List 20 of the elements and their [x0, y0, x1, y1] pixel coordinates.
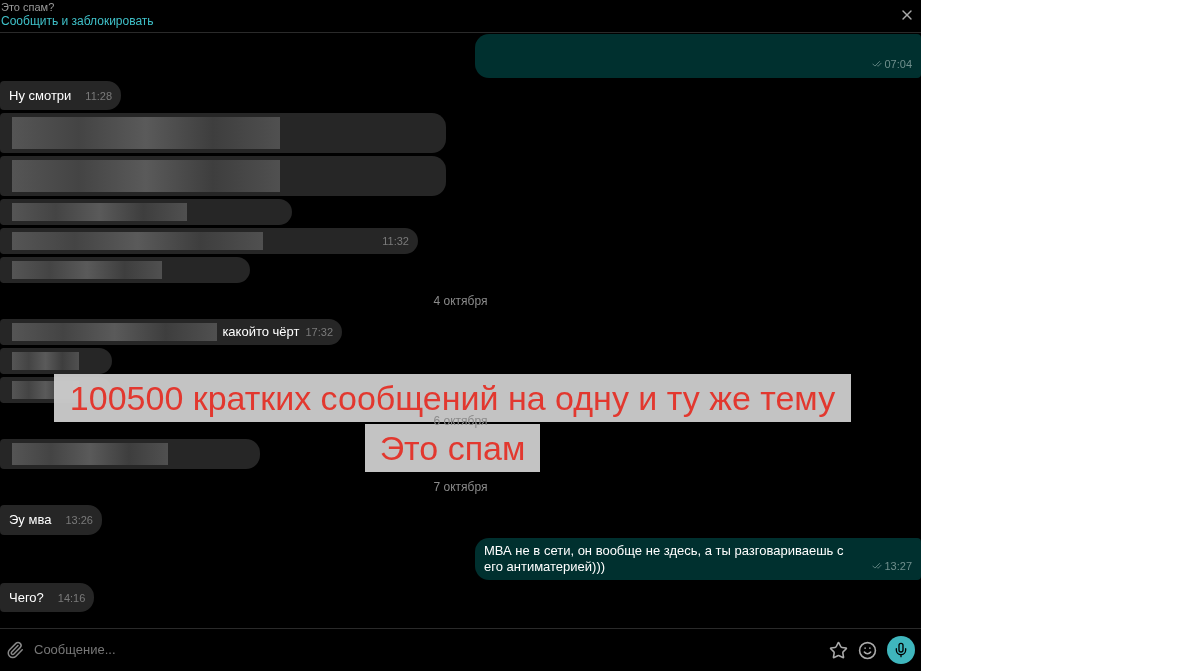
spam-question: Это спам?	[1, 0, 56, 14]
incoming-message: Чего? 14:16	[0, 582, 95, 612]
microphone-button[interactable]	[887, 636, 915, 664]
pixelated-message: какойто чёрт 17:32	[0, 319, 342, 345]
caption-label: Это спам	[364, 424, 541, 472]
pixelated-message: 11:32	[0, 228, 418, 254]
attach-icon[interactable]	[6, 641, 24, 659]
incoming-message: Ну смотри 11:28	[0, 80, 122, 110]
double-check-icon	[872, 561, 883, 572]
double-check-icon	[872, 59, 883, 70]
microphone-icon	[893, 642, 909, 658]
incoming-message: Эу мва 13:26	[0, 505, 102, 535]
outgoing-message: 07:04	[475, 33, 921, 78]
date-separator: 4 октября	[433, 293, 488, 310]
outgoing-message: МВА не в сети, он вообще не здесь, а ты разговариваешь с его антиматерией))) 13:27	[475, 537, 921, 580]
date-separator: 7 октября	[433, 479, 488, 496]
star-icon[interactable]	[829, 640, 848, 660]
message-input[interactable]: Сообщение...	[34, 640, 819, 660]
report-block-link[interactable]: Сообщить и заблокировать	[1, 14, 154, 28]
emoji-icon[interactable]	[858, 640, 877, 660]
